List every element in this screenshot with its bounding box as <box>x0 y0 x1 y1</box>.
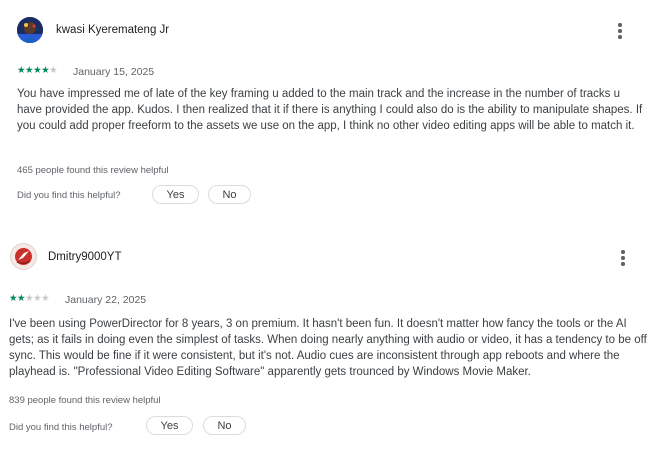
star-icon: ★ <box>17 65 26 76</box>
avatar[interactable] <box>10 243 37 270</box>
star-icon: ★ <box>33 65 42 76</box>
review-date: January 15, 2025 <box>73 66 155 78</box>
star-rating: ★★★★★ <box>9 293 50 304</box>
review-text: I've been using PowerDirector for 8 year… <box>9 318 647 378</box>
star-icon: ★ <box>9 293 18 304</box>
star-icon: ★ <box>41 293 50 304</box>
helpful-count: 465 people found this review helpful <box>17 165 169 176</box>
review-author: kwasi Kyeremateng Jr <box>56 24 170 36</box>
star-rating: ★★★★★ <box>17 65 58 76</box>
yes-button[interactable]: Yes <box>146 416 193 435</box>
yes-button[interactable]: Yes <box>152 185 199 204</box>
no-button[interactable]: No <box>203 416 246 435</box>
more-vert-icon[interactable] <box>615 247 631 269</box>
review-text: You have impressed me of late of the key… <box>17 88 643 132</box>
no-button[interactable]: No <box>208 185 251 204</box>
star-icon: ★ <box>33 293 42 304</box>
review-author: Dmitry9000YT <box>48 251 122 263</box>
star-icon: ★ <box>25 65 34 76</box>
helpful-count: 839 people found this review helpful <box>9 395 161 406</box>
star-icon: ★ <box>25 293 34 304</box>
star-icon: ★ <box>41 65 50 76</box>
avatar-logo-icon <box>11 244 36 269</box>
helpful-question: Did you find this helpful? <box>9 422 113 433</box>
star-icon: ★ <box>49 65 58 76</box>
more-vert-icon[interactable] <box>612 20 628 42</box>
review-date: January 22, 2025 <box>65 294 147 306</box>
avatar[interactable] <box>17 17 43 43</box>
helpful-question: Did you find this helpful? <box>17 190 121 201</box>
avatar-photo-icon <box>17 17 43 43</box>
star-icon: ★ <box>17 293 26 304</box>
